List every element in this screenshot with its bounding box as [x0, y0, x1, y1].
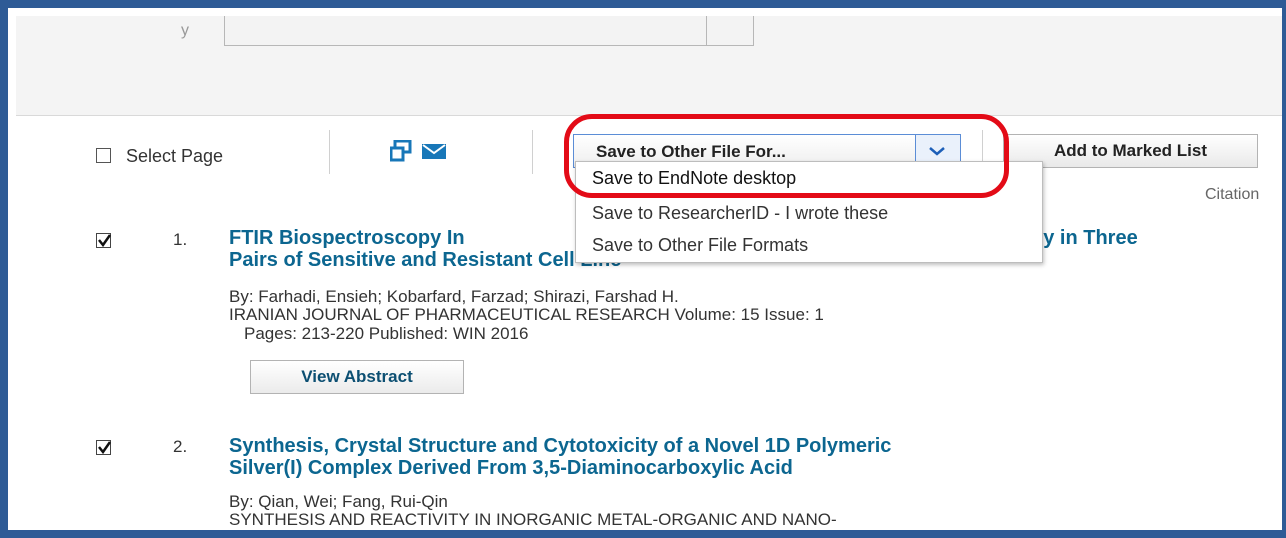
record-journal: IRANIAN JOURNAL OF PHARMACEUTICAL RESEAR…: [229, 305, 824, 324]
toolbar-divider: [329, 130, 330, 174]
record-number: 1.: [173, 230, 188, 249]
record-authors: By: Farhadi, Ensieh; Kobarfard, Farzad; …: [229, 287, 679, 306]
citation-sort-label: Citation: [1205, 186, 1260, 203]
record-journal: SYNTHESIS AND REACTIVITY IN INORGANIC ME…: [229, 510, 837, 529]
record-checkbox[interactable]: [96, 440, 111, 455]
print-icon[interactable]: [390, 140, 412, 162]
menu-item-other-formats[interactable]: Save to Other File Formats: [592, 235, 808, 256]
record-title-line: FTIR Biospectroscopy In: [229, 227, 465, 249]
top-field-label-cut: y: [181, 22, 189, 39]
highlight-annotation: [564, 114, 1009, 198]
toolbar-divider: [532, 130, 533, 174]
record-checkbox[interactable]: [96, 233, 111, 248]
sort-select-button[interactable]: [706, 16, 753, 45]
record-number: 2.: [173, 437, 188, 456]
menu-item-researcherid[interactable]: Save to ResearcherID - I wrote these: [592, 203, 888, 224]
select-page-label: Select Page: [126, 146, 224, 166]
right-edge-marker: [1282, 281, 1286, 293]
right-edge-marker: [1282, 228, 1286, 240]
email-icon[interactable]: [422, 142, 446, 160]
select-page-checkbox[interactable]: [96, 148, 111, 163]
record-authors: By: Qian, Wei; Fang, Rui-Qin: [229, 492, 448, 511]
record-title-line: Synthesis, Crystal Structure and Cytotox…: [229, 435, 892, 457]
record-title-line-end: ity in Three: [1031, 227, 1138, 249]
view-abstract-button[interactable]: View Abstract: [250, 360, 464, 394]
sort-select[interactable]: [224, 16, 754, 46]
right-edge-marker: [1282, 470, 1286, 482]
checkmark-icon: [98, 234, 111, 247]
search-header-band: y: [16, 16, 1282, 116]
record-title-line: Pairs of Sensitive and Resistant Cell Li…: [229, 249, 622, 271]
record-title-link[interactable]: Synthesis, Crystal Structure and Cytotox…: [229, 435, 1239, 479]
record-pages: Pages: 213-220 Published: WIN 2016: [244, 324, 529, 343]
right-edge-marker: [1282, 434, 1286, 446]
results-page: y Select Page Save to Other File For...: [16, 16, 1286, 530]
record-title-line: Silver(I) Complex Derived From 3,5-Diami…: [229, 457, 793, 479]
checkmark-icon: [98, 441, 111, 454]
window-frame: y Select Page Save to Other File For...: [0, 0, 1286, 538]
